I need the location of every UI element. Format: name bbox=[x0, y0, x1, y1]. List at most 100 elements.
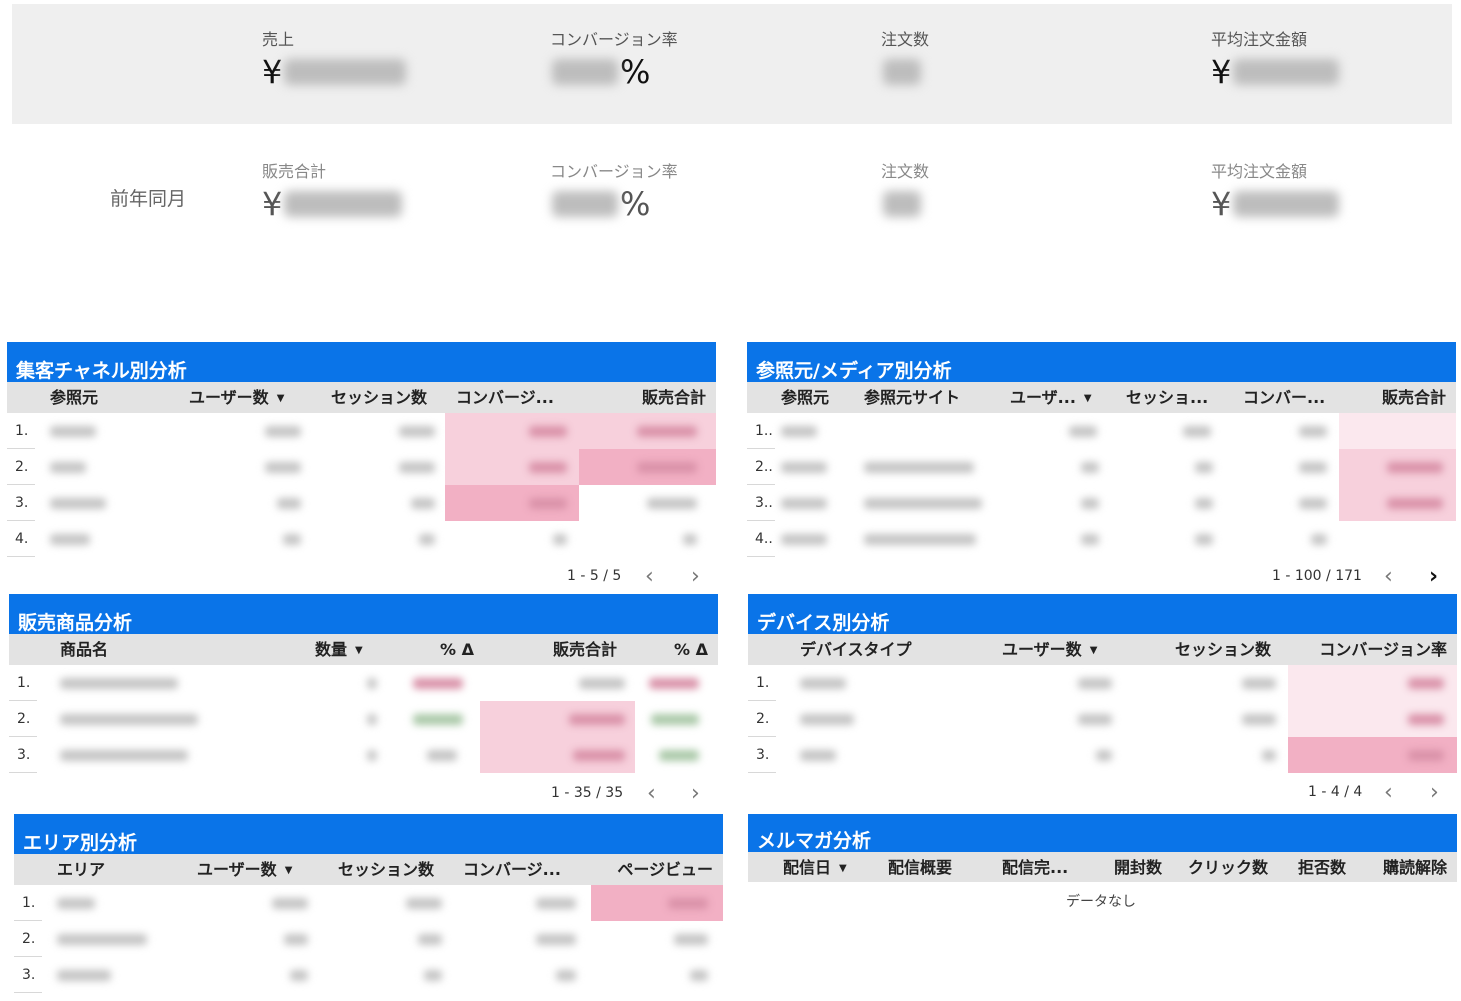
pagination-range: 1 - 5 / 5 bbox=[567, 568, 622, 584]
panel-title: エリア別分析 bbox=[14, 814, 723, 854]
column-header[interactable]: 配信完... bbox=[1002, 852, 1068, 883]
column-header[interactable]: セッション数 bbox=[338, 854, 434, 885]
panel-title: 販売商品分析 bbox=[9, 594, 718, 634]
kpi-orders-label: 注文数 bbox=[881, 30, 930, 49]
kpi-prev-cvr-value: % bbox=[550, 184, 678, 224]
column-header[interactable]: コンバージ... bbox=[463, 854, 561, 885]
table-row[interactable]: 1.. bbox=[747, 413, 1456, 449]
column-header[interactable]: セッショ... bbox=[1126, 382, 1208, 413]
column-header[interactable]: 販売合計 bbox=[642, 382, 706, 413]
table-header: デバイスタイプ ユーザー数 ▼ セッション数 コンバージョン率 bbox=[748, 634, 1457, 665]
table-row[interactable]: 2.. bbox=[747, 449, 1456, 485]
sort-desc-icon: ▼ bbox=[1083, 393, 1092, 404]
column-header[interactable]: 参照元 bbox=[50, 382, 98, 413]
row-number: 2. bbox=[22, 931, 36, 947]
column-header-label: ユーザー数 bbox=[197, 860, 277, 879]
blurred-value bbox=[552, 59, 618, 85]
table-header: 参照元 参照元サイト ユーザ... ▼ セッショ... コンバー... 販売合計 bbox=[747, 382, 1456, 413]
table-row[interactable]: 1. bbox=[748, 665, 1457, 701]
kpi-aov: 平均注文金額 ¥ bbox=[1211, 26, 1341, 92]
table-row[interactable]: 3. bbox=[14, 957, 723, 993]
table-row[interactable]: 2. bbox=[9, 701, 718, 737]
row-number: 4.. bbox=[755, 531, 773, 547]
table-row[interactable]: 3. bbox=[7, 485, 716, 521]
column-header[interactable]: コンバージ... bbox=[456, 382, 554, 413]
table-row[interactable]: 4.. bbox=[747, 521, 1456, 557]
column-header-sorted[interactable]: 配信日 ▼ bbox=[783, 852, 847, 884]
column-header[interactable]: 開封数 bbox=[1114, 852, 1162, 883]
column-header[interactable]: 拒否数 bbox=[1298, 852, 1346, 883]
table-header: 商品名 数量 ▼ % Δ 販売合計 % Δ bbox=[9, 634, 718, 665]
table-row[interactable]: 3. bbox=[748, 737, 1457, 773]
row-number: 1. bbox=[22, 895, 36, 911]
column-header[interactable]: エリア bbox=[57, 854, 105, 885]
blurred-value bbox=[883, 59, 921, 85]
row-number: 1.. bbox=[755, 423, 773, 439]
column-header-label: ユーザー数 bbox=[1002, 640, 1082, 659]
kpi-aov-value: ¥ bbox=[1211, 52, 1341, 92]
panel-title: メルマガ分析 bbox=[748, 814, 1457, 852]
kpi-prev-orders: 注文数 bbox=[881, 158, 929, 224]
column-header[interactable]: ページビュー bbox=[617, 854, 713, 885]
kpi-prev-sales: 販売合計 ¥ bbox=[262, 158, 404, 224]
device-analysis-panel: デバイス別分析 デバイスタイプ ユーザー数 ▼ セッション数 コンバージョン率 1… bbox=[748, 594, 1457, 804]
kpi-prev-orders-value bbox=[881, 184, 929, 224]
sort-desc-icon: ▼ bbox=[276, 393, 285, 404]
prev-page-icon[interactable]: ‹ bbox=[645, 566, 654, 588]
column-header[interactable]: 商品名 bbox=[60, 634, 108, 665]
column-header[interactable]: 販売合計 bbox=[553, 634, 617, 665]
column-header[interactable]: 購読解除 bbox=[1383, 852, 1447, 883]
table-row[interactable]: 2. bbox=[748, 701, 1457, 737]
kpi-sales-label: 売上 bbox=[262, 30, 295, 49]
next-page-icon[interactable]: › bbox=[1430, 782, 1439, 804]
row-number: 3.. bbox=[755, 495, 773, 511]
panel-title: デバイス別分析 bbox=[748, 594, 1457, 634]
pagination-range: 1 - 35 / 35 bbox=[551, 785, 624, 801]
pagination-range: 1 - 100 / 171 bbox=[1272, 568, 1362, 584]
next-page-icon[interactable]: › bbox=[691, 783, 700, 805]
column-header[interactable]: セッション数 bbox=[331, 382, 427, 413]
column-header-sorted[interactable]: ユーザー数 ▼ bbox=[1002, 634, 1097, 666]
column-header[interactable]: % Δ bbox=[674, 634, 708, 665]
blurred-value bbox=[284, 59, 407, 85]
row-number: 1. bbox=[756, 675, 770, 691]
prev-page-icon[interactable]: ‹ bbox=[1384, 566, 1393, 588]
row-number: 3. bbox=[17, 747, 31, 763]
column-header-sorted[interactable]: 数量 ▼ bbox=[315, 634, 363, 666]
row-number: 2. bbox=[756, 711, 770, 727]
table-header: エリア ユーザー数 ▼ セッション数 コンバージ... ページビュー bbox=[14, 854, 723, 885]
column-header-sorted[interactable]: ユーザー数 ▼ bbox=[197, 854, 292, 886]
column-header[interactable]: コンバージョン率 bbox=[1319, 634, 1447, 665]
column-header-label: ユーザ... bbox=[1010, 388, 1076, 407]
next-page-icon[interactable]: › bbox=[1429, 566, 1438, 588]
table-row[interactable]: 1. bbox=[14, 885, 723, 921]
column-header[interactable]: デバイスタイプ bbox=[800, 634, 912, 665]
table-row[interactable]: 2. bbox=[14, 921, 723, 957]
kpi-prev-sales-label: 販売合計 bbox=[262, 162, 327, 181]
column-header[interactable]: コンバー... bbox=[1243, 382, 1325, 413]
column-header[interactable]: 販売合計 bbox=[1382, 382, 1446, 413]
table-row[interactable]: 1. bbox=[7, 413, 716, 449]
column-header[interactable]: 配信概要 bbox=[888, 852, 952, 883]
table-header: 配信日 ▼ 配信概要 配信完... 開封数 クリック数 拒否数 購読解除 bbox=[748, 852, 1457, 882]
next-page-icon[interactable]: › bbox=[691, 566, 700, 588]
table-row[interactable]: 3.. bbox=[747, 485, 1456, 521]
column-header-sorted[interactable]: ユーザー数 ▼ bbox=[189, 382, 284, 414]
prev-page-icon[interactable]: ‹ bbox=[647, 783, 656, 805]
column-header[interactable]: % Δ bbox=[440, 634, 474, 665]
column-header[interactable]: クリック数 bbox=[1188, 852, 1268, 883]
column-header-sorted[interactable]: ユーザ... ▼ bbox=[1010, 382, 1092, 414]
blurred-value bbox=[1233, 59, 1340, 85]
prev-page-icon[interactable]: ‹ bbox=[1384, 782, 1393, 804]
column-header[interactable]: 参照元サイト bbox=[864, 382, 960, 413]
row-number: 4. bbox=[15, 531, 29, 547]
table-row[interactable]: 2. bbox=[7, 449, 716, 485]
pagination-range: 1 - 4 / 4 bbox=[1308, 784, 1363, 800]
table-row[interactable]: 3. bbox=[9, 737, 718, 773]
percent-symbol: % bbox=[620, 53, 651, 91]
table-row[interactable]: 1. bbox=[9, 665, 718, 701]
table-row[interactable]: 4. bbox=[7, 521, 716, 557]
kpi-prev-aov-value: ¥ bbox=[1211, 184, 1341, 224]
column-header[interactable]: 参照元 bbox=[781, 382, 829, 413]
column-header[interactable]: セッション数 bbox=[1175, 634, 1271, 665]
